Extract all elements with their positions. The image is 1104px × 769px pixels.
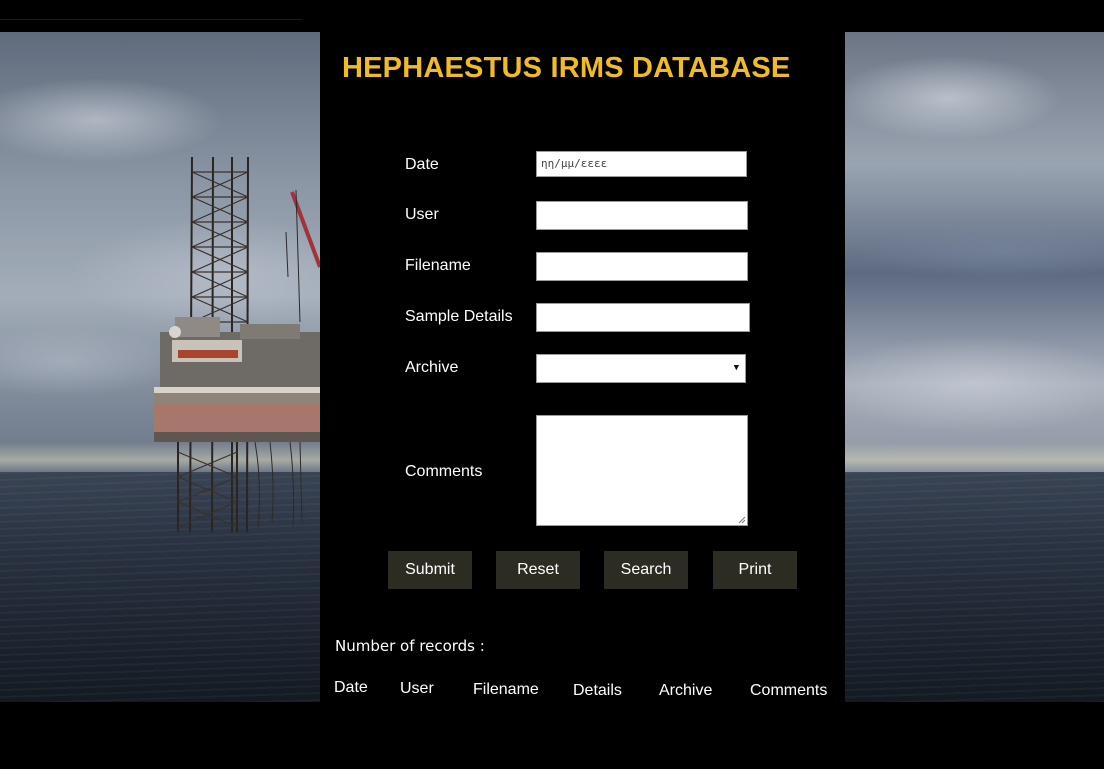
comments-textarea[interactable] [536, 415, 748, 526]
chevron-down-icon: ▼ [733, 363, 739, 373]
divider [0, 19, 302, 20]
column-header-filename: Filename [473, 681, 539, 698]
background-image-right [845, 32, 1104, 702]
search-button[interactable]: Search [604, 551, 688, 589]
column-header-details: Details [573, 682, 622, 699]
background-image-left [0, 32, 320, 702]
date-label: Date [405, 156, 439, 173]
record-count: Number of records : [335, 637, 485, 655]
submit-button[interactable]: Submit [388, 551, 472, 589]
column-header-date: Date [334, 679, 368, 696]
date-input[interactable]: ηη/μμ/εεεε [536, 151, 747, 177]
oil-rig-illustration [154, 156, 320, 533]
print-button[interactable]: Print [713, 551, 797, 589]
archive-select[interactable]: ▼ [536, 354, 746, 383]
sample-details-input[interactable] [536, 303, 750, 332]
user-label: User [405, 206, 439, 223]
sea [845, 472, 1104, 702]
filename-input[interactable] [536, 252, 748, 281]
page: HEPHAESTUS IRMS DATABASE Date ηη/μμ/εεεε… [0, 0, 1104, 769]
horizon [845, 442, 1104, 472]
user-input[interactable] [536, 201, 748, 230]
column-header-user: User [400, 680, 434, 697]
resize-grip-icon[interactable] [738, 516, 746, 524]
comments-label: Comments [405, 463, 483, 480]
reset-button[interactable]: Reset [496, 551, 580, 589]
sample-details-label: Sample Details [405, 308, 513, 325]
page-title: HEPHAESTUS IRMS DATABASE [342, 52, 791, 84]
column-header-comments: Comments [750, 682, 828, 699]
filename-label: Filename [405, 257, 471, 274]
sky [845, 32, 1104, 472]
archive-label: Archive [405, 359, 459, 376]
date-placeholder: ηη/μμ/εεεε [541, 157, 608, 170]
column-header-archive: Archive [659, 682, 713, 699]
